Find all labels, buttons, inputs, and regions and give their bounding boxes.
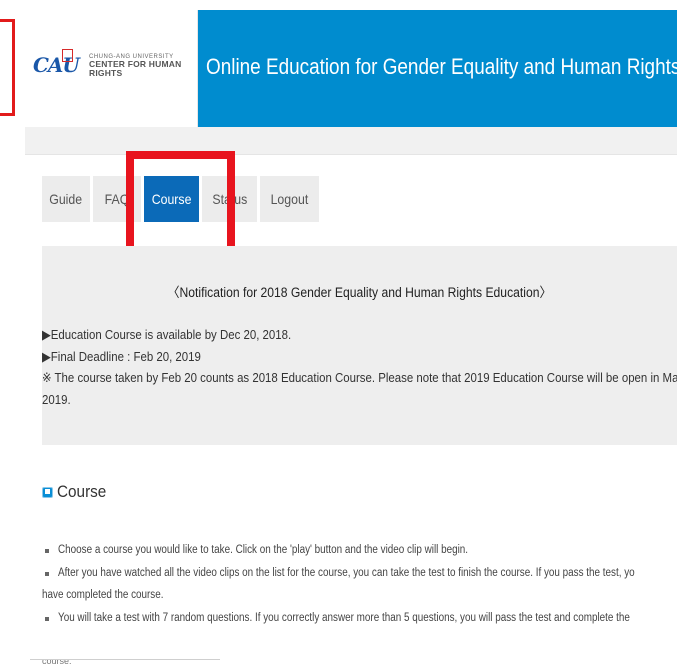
logo-text: CHUNG-ANG UNIVERSITY CENTER FOR HUMAN RI… bbox=[89, 54, 197, 78]
notice-box: 〈Notification for 2018 Gender Equality a… bbox=[42, 246, 677, 445]
tab-guide[interactable]: Guide bbox=[42, 176, 90, 222]
nav-strip bbox=[25, 127, 677, 155]
list-item-text: After you have watched all the video cli… bbox=[58, 566, 635, 579]
logo-red-box-icon bbox=[62, 49, 73, 62]
notice-title: 〈Notification for 2018 Gender Equality a… bbox=[42, 281, 677, 301]
instruction-list: Choose a course you would like to take. … bbox=[42, 539, 677, 629]
logo[interactable]: CAU CHUNG-ANG UNIVERSITY CENTER FOR HUMA… bbox=[25, 10, 198, 127]
highlight-frame-left bbox=[0, 19, 15, 116]
notice-line-deadline: ▶Final Deadline : Feb 20, 2019 bbox=[42, 348, 201, 364]
list-item-text: Choose a course you would like to take. … bbox=[58, 544, 469, 556]
tab-logout-label: Logout bbox=[270, 191, 309, 207]
header-banner: Online Education for Gender Equality and… bbox=[198, 10, 677, 127]
notice-title-text: 〈Notification for 2018 Gender Equality a… bbox=[167, 285, 552, 300]
cau-logo-mark: CAU bbox=[33, 49, 80, 77]
divider bbox=[30, 659, 220, 660]
course-tab-highlight bbox=[126, 151, 235, 259]
list-item: You will take a test with 7 random quest… bbox=[42, 607, 677, 630]
bullet-dot-icon bbox=[45, 616, 49, 621]
list-item-text: have completed the course. bbox=[42, 589, 164, 601]
notice-line-note: ※ The course taken by Feb 20 counts as 2… bbox=[42, 370, 677, 385]
section-title: Course bbox=[57, 482, 107, 501]
notice-line-note-cont: 2019. bbox=[42, 391, 71, 407]
site-header: CAU CHUNG-ANG UNIVERSITY CENTER FOR HUMA… bbox=[25, 10, 677, 127]
list-item-continuation: have completed the course. bbox=[42, 584, 677, 607]
notice-body: ▶Education Course is available by Dec 20… bbox=[42, 324, 677, 410]
section-heading: Course bbox=[42, 482, 112, 502]
bullet-dot-icon bbox=[45, 549, 49, 553]
list-item-text: You will take a test with 7 random quest… bbox=[58, 611, 630, 624]
tab-guide-label: Guide bbox=[49, 191, 83, 207]
list-item: Choose a course you would like to take. … bbox=[42, 539, 677, 562]
list-item: After you have watched all the video cli… bbox=[42, 562, 677, 585]
square-bullet-icon bbox=[42, 486, 53, 498]
logo-center-name: CENTER FOR HUMAN RIGHTS bbox=[89, 59, 182, 79]
tab-logout[interactable]: Logout bbox=[260, 176, 319, 222]
bullet-dot-icon bbox=[45, 571, 49, 576]
cutoff-text: course. bbox=[42, 656, 72, 666]
notice-line-availability: ▶Education Course is available by Dec 20… bbox=[42, 327, 292, 342]
page-title: Online Education for Gender Equality and… bbox=[206, 54, 677, 79]
